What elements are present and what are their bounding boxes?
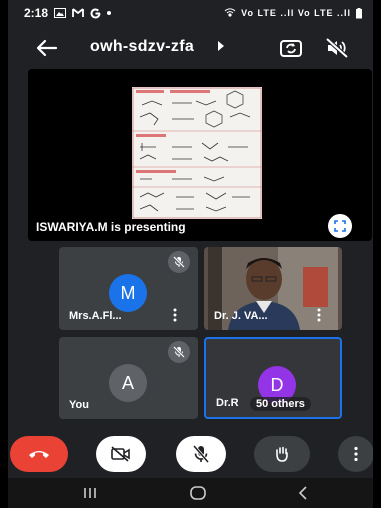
meeting-code[interactable]: owh-sdzv-zfa xyxy=(90,38,194,56)
more-vert-icon xyxy=(354,446,358,462)
shared-slide-image xyxy=(132,87,262,219)
raise-hand-button[interactable] xyxy=(254,436,310,472)
gmail-icon xyxy=(72,8,84,17)
back-arrow-icon[interactable] xyxy=(34,38,58,58)
status-right: Vo LTE ..Il Vo LTE ..Il xyxy=(223,7,363,19)
google-icon xyxy=(90,7,101,18)
muted-badge xyxy=(168,341,190,363)
mic-toggle-button[interactable] xyxy=(176,436,226,472)
more-vert-icon[interactable] xyxy=(172,308,178,322)
recent-apps-icon[interactable] xyxy=(80,484,100,502)
presenter-label: ISWARIYA.M is presenting xyxy=(36,220,186,234)
home-icon[interactable] xyxy=(188,484,208,502)
dot-icon xyxy=(107,11,112,15)
camera-off-icon xyxy=(111,446,130,462)
image-icon xyxy=(54,8,67,18)
mic-off-icon xyxy=(173,256,185,268)
signal-text: Vo LTE ..Il Vo LTE ..Il xyxy=(241,8,351,18)
more-vert-icon[interactable] xyxy=(316,308,322,322)
hand-icon xyxy=(276,446,288,462)
participant-tile[interactable]: M Mrs.A.Fl... xyxy=(59,247,198,330)
participant-tile[interactable]: Dr. J. VA... xyxy=(204,247,342,330)
participant-name: Mrs.A.Fl... xyxy=(69,310,122,322)
fullscreen-button[interactable] xyxy=(328,214,352,238)
meet-screen: 2:18 Vo LTE ..Il Vo LTE ..Il owh-sdzv-zf… xyxy=(8,0,373,508)
participant-name: Dr. J. VA... xyxy=(214,310,268,322)
avatar: A xyxy=(109,364,147,402)
participant-tile-self[interactable]: A You xyxy=(59,337,198,419)
top-bar: owh-sdzv-zfa xyxy=(8,30,373,66)
avatar: M xyxy=(109,274,147,312)
system-nav-bar xyxy=(8,478,373,508)
end-call-button[interactable] xyxy=(10,436,68,472)
speaker-off-icon[interactable] xyxy=(324,36,350,60)
mic-off-icon xyxy=(173,346,185,358)
muted-badge xyxy=(168,251,190,273)
status-time: 2:18 xyxy=(24,6,49,20)
participant-name: You xyxy=(69,399,89,411)
fullscreen-icon xyxy=(334,220,346,232)
camera-switch-icon[interactable] xyxy=(278,36,304,60)
others-count-label[interactable]: 50 others xyxy=(250,397,311,411)
status-left: 2:18 xyxy=(24,6,112,20)
more-options-button[interactable] xyxy=(338,436,373,472)
call-controls xyxy=(8,434,373,474)
hotspot-icon xyxy=(224,8,236,17)
caret-right-icon[interactable] xyxy=(218,41,224,51)
battery-icon xyxy=(356,7,362,18)
back-icon[interactable] xyxy=(294,484,314,502)
participant-tile-others[interactable]: D Dr.R 50 others xyxy=(204,337,342,419)
mic-off-icon xyxy=(193,445,209,463)
participant-name: Dr.R xyxy=(216,397,239,409)
presentation-tile[interactable]: ISWARIYA.M is presenting xyxy=(28,69,372,241)
phone-hangup-icon xyxy=(29,451,49,458)
camera-toggle-button[interactable] xyxy=(96,436,146,472)
status-bar: 2:18 Vo LTE ..Il Vo LTE ..Il xyxy=(8,0,373,26)
